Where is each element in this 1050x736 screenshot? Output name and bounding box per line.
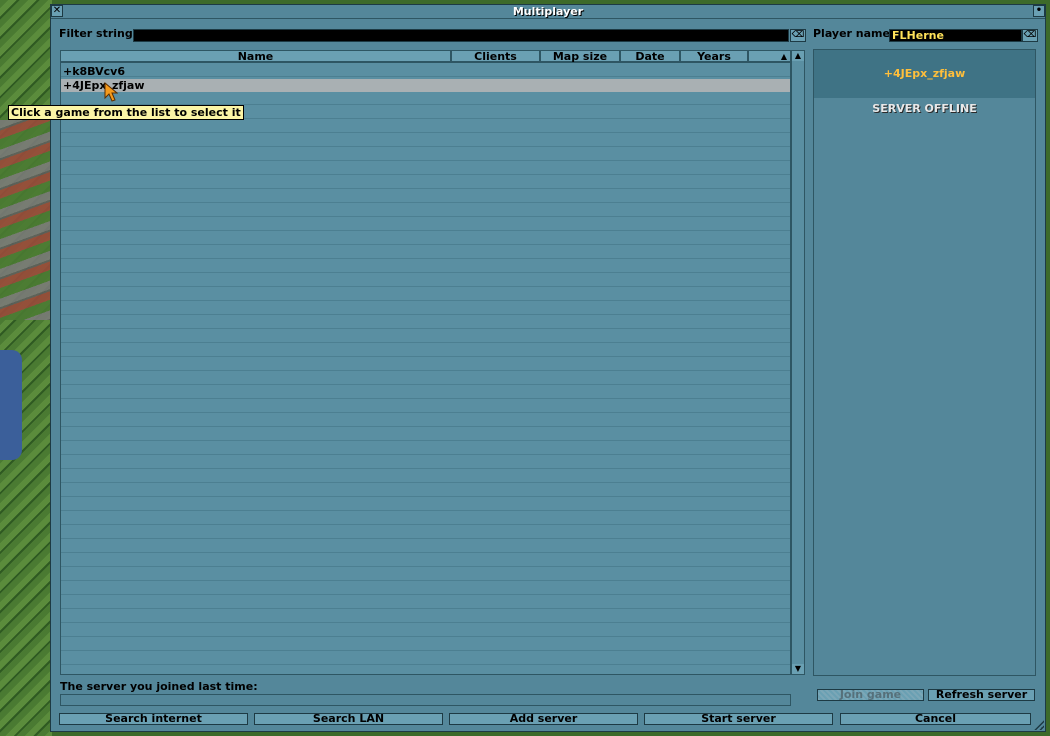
join-game-button[interactable]: Join game (817, 689, 924, 701)
last-server-field[interactable] (60, 694, 791, 706)
resize-handle-icon[interactable] (1034, 720, 1044, 730)
scroll-down-icon[interactable]: ▼ (792, 664, 804, 674)
window-title: Multiplayer (512, 5, 584, 18)
column-header-map-size[interactable]: Map size (540, 50, 620, 62)
map-water (0, 350, 22, 460)
column-header-name[interactable]: Name (60, 50, 451, 62)
server-info-panel: +4JEpx_zfjaw SERVER OFFLINE (813, 49, 1036, 676)
server-status: SERVER OFFLINE (872, 102, 977, 115)
last-server-label: The server you joined last time: (60, 680, 258, 693)
column-header-clients[interactable]: Clients (451, 50, 540, 62)
tooltip: Click a game from the list to select it (8, 105, 244, 120)
player-name-input[interactable]: FLHerne (889, 29, 1022, 42)
column-header-years[interactable]: Years (680, 50, 748, 62)
server-list[interactable]: +k8BVcv6 +4JEpx_zfjaw (60, 62, 791, 675)
start-server-button[interactable]: Start server (644, 713, 833, 725)
server-list-scrollbar[interactable]: ▲ ▼ (791, 50, 805, 675)
filter-input[interactable] (133, 29, 789, 42)
mouse-cursor-icon (104, 82, 118, 102)
selected-server-name: +4JEpx_zfjaw (814, 50, 1035, 98)
filter-label: Filter string: (59, 27, 138, 40)
title-bar[interactable]: ✕ Multiplayer • (51, 5, 1045, 19)
scroll-up-icon[interactable]: ▲ (792, 51, 804, 61)
map-town-area (0, 120, 50, 320)
add-server-button[interactable]: Add server (449, 713, 638, 725)
filter-clear-icon[interactable]: ⌫ (790, 29, 806, 42)
player-name-clear-icon[interactable]: ⌫ (1022, 29, 1038, 42)
cancel-button[interactable]: Cancel (840, 713, 1031, 725)
server-row-selected[interactable]: +4JEpx_zfjaw (61, 79, 790, 92)
server-row[interactable]: +k8BVcv6 (61, 65, 790, 78)
sort-indicator-icon[interactable]: ▲ (748, 50, 791, 62)
refresh-server-button[interactable]: Refresh server (928, 689, 1035, 701)
column-header-date[interactable]: Date (620, 50, 680, 62)
search-internet-button[interactable]: Search internet (59, 713, 248, 725)
player-name-label: Player name: (813, 27, 895, 40)
sticky-icon[interactable]: • (1033, 5, 1045, 17)
search-lan-button[interactable]: Search LAN (254, 713, 443, 725)
